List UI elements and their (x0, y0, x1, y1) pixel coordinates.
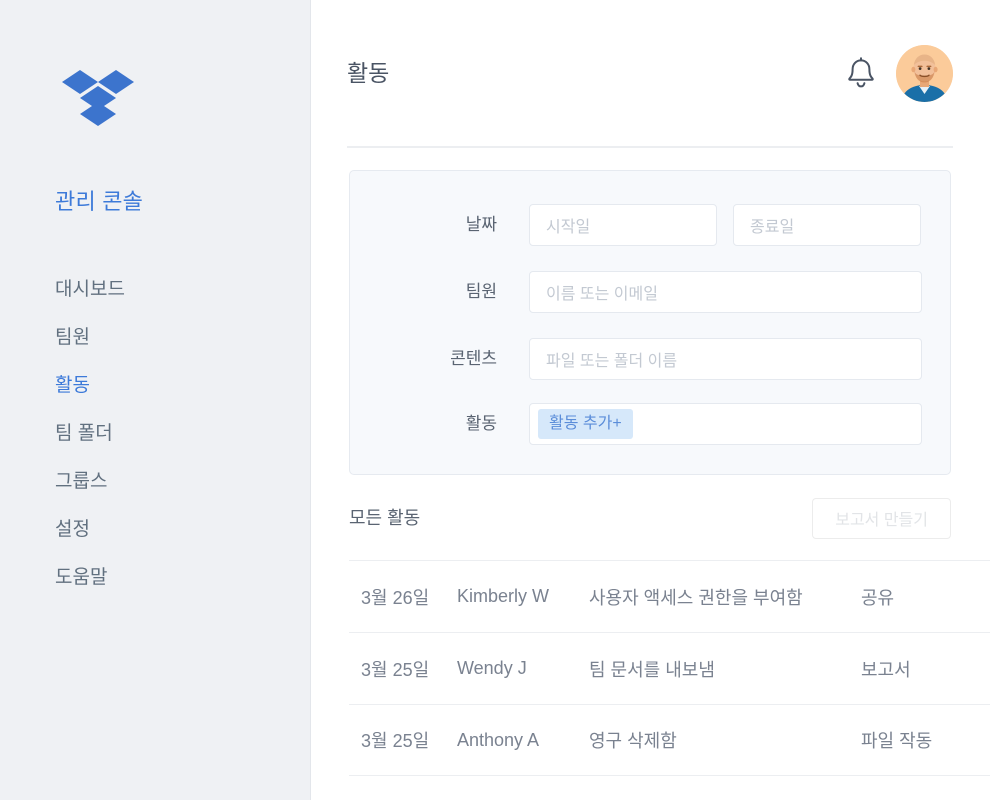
cell-member: Kimberly W (457, 586, 550, 606)
sidebar-item-dashboard[interactable]: 대시보드 (55, 270, 285, 310)
filter-label-content: 콘텐츠 (450, 349, 497, 368)
member-input[interactable]: 이름 또는 이메일 (529, 271, 922, 313)
sidebar-nav: 대시보드 팀원 활동 팀 폴더 그룹스 설정 도움말 (55, 270, 285, 606)
filter-label-activity: 활동 (465, 414, 497, 433)
sidebar-item-team-folders[interactable]: 팀 폴더 (55, 414, 285, 454)
activity-input[interactable]: 활동 추가+ (529, 403, 922, 445)
table-row[interactable]: 3월 25일 Wendy J 팀 문서를 내보냄 보고서 (349, 632, 990, 704)
cell-action: 팀 문서를 내보냄 (589, 659, 715, 680)
sidebar-item-help[interactable]: 도움말 (55, 558, 285, 598)
table-title: 모든 활동 (349, 508, 421, 528)
filter-row-content: 콘텐츠 파일 또는 폴더 이름 (350, 336, 952, 382)
end-date-input[interactable]: 종료일 (733, 204, 921, 246)
cell-member: Anthony A (457, 729, 540, 750)
console-title: 관리 콘솔 (55, 189, 144, 214)
cell-date: 3월 26일 (361, 587, 430, 608)
cell-member: Wendy J (457, 658, 527, 678)
cell-date: 3월 25일 (361, 731, 430, 751)
content-input[interactable]: 파일 또는 폴더 이름 (529, 338, 922, 380)
sidebar-item-activity[interactable]: 활동 (55, 366, 285, 406)
header-divider (347, 146, 953, 148)
filter-row-member: 팀원 이름 또는 이메일 (350, 269, 952, 315)
cell-action: 사용자 액세스 권한을 부여함 (589, 587, 803, 608)
header-actions (842, 44, 953, 102)
filter-row-activity: 활동 활동 추가+ (350, 401, 952, 447)
page-title: 활동 (347, 60, 390, 86)
add-activity-chip[interactable]: 활동 추가+ (538, 409, 633, 439)
avatar[interactable] (896, 44, 953, 102)
sidebar: 관리 콘솔 대시보드 팀원 활동 팀 폴더 그룹스 설정 도움말 (0, 0, 311, 800)
admin-console-app: 관리 콘솔 대시보드 팀원 활동 팀 폴더 그룹스 설정 도움말 활동 날짜 시… (0, 0, 990, 800)
bell-icon (846, 56, 876, 90)
table-header: 모든 활동 보고서 만들기 (349, 492, 951, 544)
sidebar-item-settings[interactable]: 설정 (55, 510, 285, 550)
table-row[interactable]: 3월 25일 Anthony A 영구 삭제함 파일 작동 (349, 704, 990, 776)
sidebar-item-members[interactable]: 팀원 (55, 318, 285, 358)
filter-label-member: 팀원 (465, 282, 497, 301)
dropbox-logo-icon[interactable] (62, 68, 134, 130)
cell-date: 3월 25일 (361, 659, 430, 680)
cell-category: 파일 작동 (861, 731, 933, 751)
cell-category: 공유 (861, 587, 895, 608)
notifications-button[interactable] (842, 53, 880, 93)
main-content: 활동 날짜 시작일 종료일 팀원 이름 또는 이메일 콘텐츠 파일 또는 폴더 … (311, 0, 990, 800)
activity-table: 3월 26일 Kimberly W 사용자 액세스 권한을 부여함 공유 3월 … (349, 560, 990, 776)
cell-action: 영구 삭제함 (589, 731, 677, 751)
page-header: 활동 (347, 42, 953, 104)
filter-label-date: 날짜 (465, 215, 497, 234)
filter-row-date: 날짜 시작일 종료일 (350, 202, 952, 248)
cell-category: 보고서 (861, 659, 911, 680)
sidebar-item-groups[interactable]: 그룹스 (55, 462, 285, 502)
start-date-input[interactable]: 시작일 (529, 204, 717, 246)
filter-panel: 날짜 시작일 종료일 팀원 이름 또는 이메일 콘텐츠 파일 또는 폴더 이름 (349, 170, 951, 475)
create-report-button[interactable]: 보고서 만들기 (812, 497, 951, 539)
table-row[interactable]: 3월 26일 Kimberly W 사용자 액세스 권한을 부여함 공유 (349, 560, 990, 632)
